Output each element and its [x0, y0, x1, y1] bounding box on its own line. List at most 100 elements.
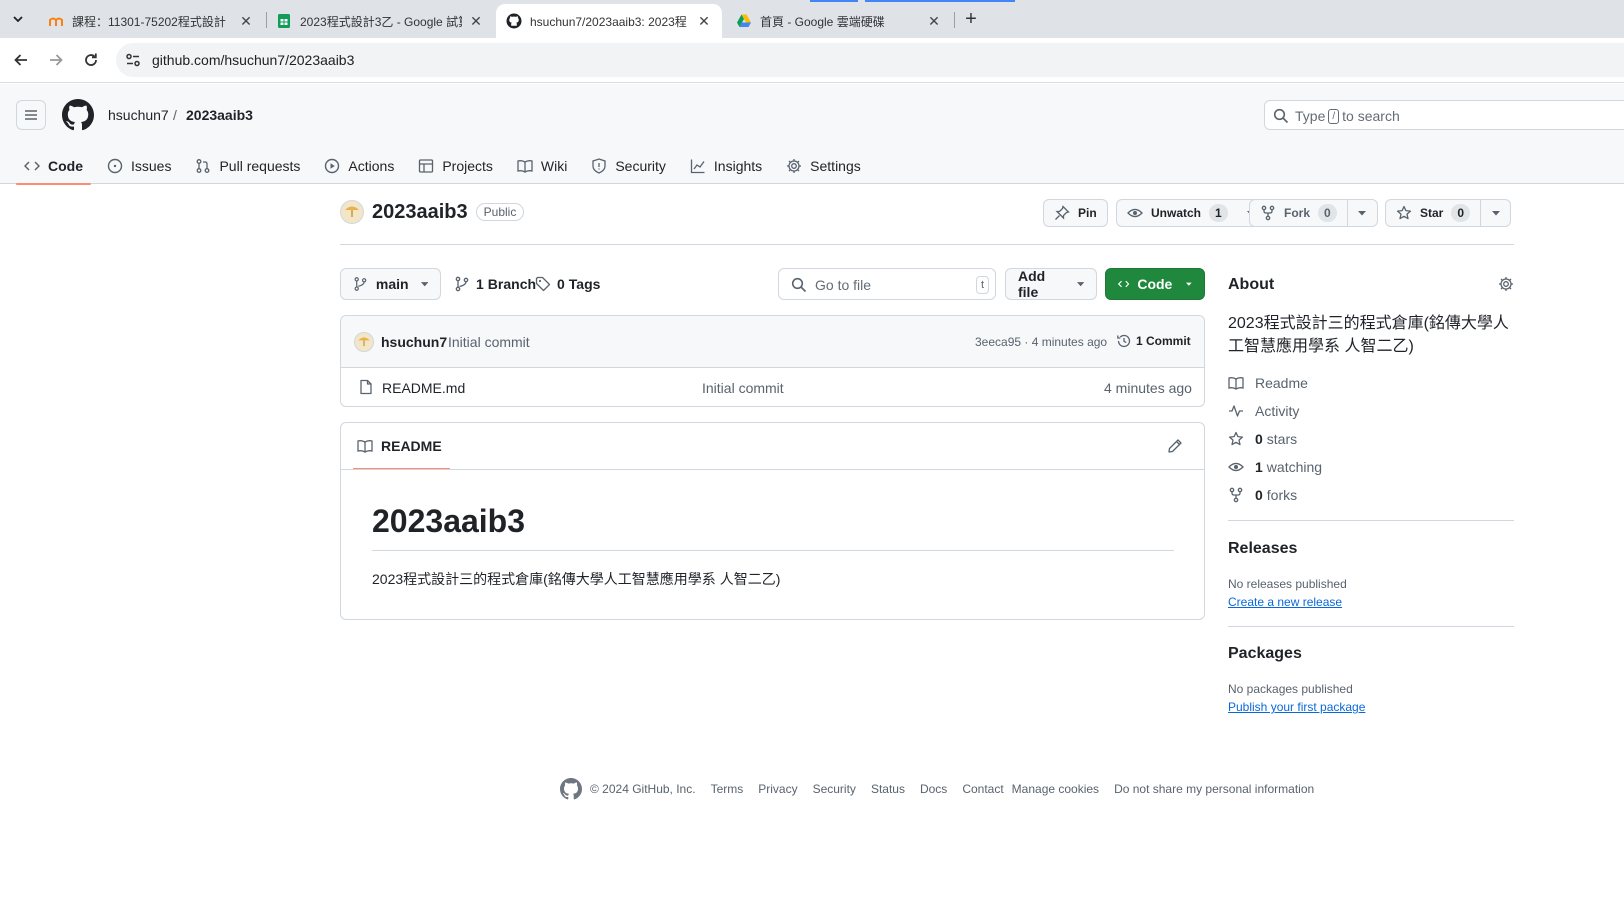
- pin-label: Pin: [1078, 206, 1097, 220]
- address-bar[interactable]: github.com/hsuchun7/2023aaib3: [116, 43, 1624, 77]
- activity-link[interactable]: Activity: [1228, 403, 1299, 419]
- tab-security[interactable]: Security: [583, 148, 674, 184]
- tab-actions[interactable]: Actions: [316, 148, 402, 184]
- star-icon: [1396, 205, 1412, 220]
- releases-title[interactable]: Releases: [1228, 540, 1297, 558]
- github-logo-icon[interactable]: [62, 99, 94, 131]
- packages-title[interactable]: Packages: [1228, 645, 1302, 663]
- latest-commit-row: hsuchun7 Initial commit 3eeca95 · 4 minu…: [341, 316, 1204, 368]
- browser-tab[interactable]: 課程：11301-75202程式設計（ ✕: [38, 4, 264, 38]
- divider: [372, 550, 1174, 551]
- browser-tab[interactable]: 2023程式設計3乙 - Google 試算 ✕: [266, 4, 494, 38]
- commits-link[interactable]: 1 Commit: [1116, 333, 1191, 349]
- create-release-link[interactable]: Create a new release: [1228, 595, 1342, 609]
- footer-link-status[interactable]: Status: [871, 782, 905, 796]
- forward-button[interactable]: [45, 49, 67, 71]
- back-button[interactable]: [10, 49, 32, 71]
- fork-button[interactable]: Fork 0: [1249, 199, 1378, 227]
- issue-icon: [107, 158, 123, 174]
- footer-link-contact[interactable]: Contact: [962, 782, 1003, 796]
- tab-issues[interactable]: Issues: [99, 148, 179, 184]
- branch-name: main: [375, 276, 409, 292]
- browser-tab[interactable]: 首頁 - Google 雲端硬碟 ✕: [726, 4, 952, 38]
- watching-link[interactable]: 1 watching: [1228, 459, 1322, 475]
- play-icon: [325, 158, 340, 174]
- reload-button[interactable]: [80, 49, 102, 71]
- fork-dropdown[interactable]: [1346, 200, 1377, 226]
- star-button[interactable]: Star 0: [1385, 199, 1512, 227]
- owner-link[interactable]: hsuchun7: [108, 107, 169, 123]
- close-icon[interactable]: ✕: [238, 13, 254, 29]
- branches-link[interactable]: 1 Branch: [454, 276, 536, 292]
- file-name[interactable]: README.md: [382, 380, 465, 396]
- tab-label: Insights: [713, 158, 763, 174]
- close-icon[interactable]: ✕: [696, 13, 712, 29]
- tags-link[interactable]: 0 Tags: [535, 276, 600, 292]
- go-to-file-input[interactable]: Go to file t: [778, 268, 996, 300]
- triangle-down-icon: [1491, 211, 1500, 216]
- avatar[interactable]: [354, 332, 374, 352]
- branches-count: 1: [476, 276, 484, 292]
- footer-link-terms[interactable]: Terms: [711, 782, 744, 796]
- file-icon: [360, 379, 372, 395]
- tab-wiki[interactable]: Wiki: [509, 148, 575, 184]
- repo-title: 2023aaib3 Public: [340, 200, 525, 224]
- close-icon[interactable]: ✕: [926, 13, 942, 29]
- table-icon: [419, 159, 434, 173]
- code-button[interactable]: Code: [1105, 268, 1205, 300]
- add-file-button[interactable]: Add file: [1005, 268, 1097, 300]
- tab-settings[interactable]: Settings: [778, 148, 869, 184]
- umbrella-avatar-icon: [358, 337, 370, 347]
- readme-link[interactable]: Readme: [1228, 375, 1308, 391]
- branch-icon: [455, 276, 469, 292]
- readme-tab-label: README: [381, 438, 442, 454]
- star-icon: [1228, 431, 1244, 446]
- stars-link[interactable]: 0 stars: [1228, 431, 1297, 447]
- tab-label: Wiki: [540, 158, 568, 174]
- tab-code[interactable]: Code: [16, 148, 91, 185]
- go-to-file-placeholder: Go to file: [815, 277, 872, 293]
- moodle-icon: [49, 17, 63, 26]
- forks-link[interactable]: 0 forks: [1228, 487, 1297, 503]
- gear-icon[interactable]: [1498, 276, 1514, 292]
- footer-link-security[interactable]: Security: [813, 782, 856, 796]
- global-menu-button[interactable]: [16, 100, 46, 130]
- tab-projects[interactable]: Projects: [410, 148, 501, 184]
- github-icon: [506, 13, 522, 29]
- pencil-icon[interactable]: [1167, 438, 1183, 454]
- footer-link-privacy[interactable]: Privacy: [758, 782, 797, 796]
- publish-package-link[interactable]: Publish your first package: [1228, 700, 1365, 714]
- star-dropdown[interactable]: [1480, 200, 1510, 226]
- footer-link-docs[interactable]: Docs: [920, 782, 947, 796]
- commit-meta[interactable]: 3eeca95 · 4 minutes ago: [975, 335, 1107, 349]
- tab-title: hsuchun7/2023aaib3: 2023程: [530, 14, 687, 29]
- footer-link-cookies[interactable]: Manage cookies: [1012, 782, 1099, 796]
- pulse-icon: [1229, 405, 1243, 417]
- site-settings-icon[interactable]: [124, 51, 142, 69]
- readme-tab[interactable]: README: [353, 423, 450, 470]
- tag-icon: [535, 276, 551, 292]
- avatar[interactable]: [340, 200, 364, 224]
- commit-message[interactable]: Initial commit: [448, 334, 530, 350]
- repo-link[interactable]: 2023aaib3: [186, 107, 253, 123]
- tab-insights[interactable]: Insights: [682, 148, 770, 184]
- github-logo-icon[interactable]: [560, 778, 582, 800]
- tab-search-button[interactable]: [6, 8, 30, 30]
- search-input[interactable]: Type / to search: [1264, 100, 1624, 130]
- url-text: github.com/hsuchun7/2023aaib3: [152, 52, 355, 68]
- file-commit-message[interactable]: Initial commit: [702, 380, 784, 396]
- browser-toolbar: github.com/hsuchun7/2023aaib3: [0, 38, 1624, 83]
- commit-author[interactable]: hsuchun7: [381, 334, 447, 350]
- branch-selector[interactable]: main: [340, 268, 441, 300]
- tab-label: Projects: [442, 158, 493, 174]
- table-row[interactable]: README.md Initial commit 4 minutes ago: [341, 368, 1204, 406]
- repo-name[interactable]: 2023aaib3: [372, 201, 468, 224]
- footer-link-do-not-share[interactable]: Do not share my personal information: [1114, 782, 1314, 796]
- shield-icon: [592, 158, 606, 174]
- close-icon[interactable]: ✕: [468, 13, 484, 29]
- tab-pull-requests[interactable]: Pull requests: [187, 148, 308, 184]
- browser-tab-active[interactable]: hsuchun7/2023aaib3: 2023程 ✕: [496, 4, 722, 38]
- new-tab-button[interactable]: +: [960, 8, 982, 30]
- pin-button[interactable]: Pin: [1043, 199, 1108, 227]
- unwatch-button[interactable]: Unwatch 1: [1116, 199, 1265, 227]
